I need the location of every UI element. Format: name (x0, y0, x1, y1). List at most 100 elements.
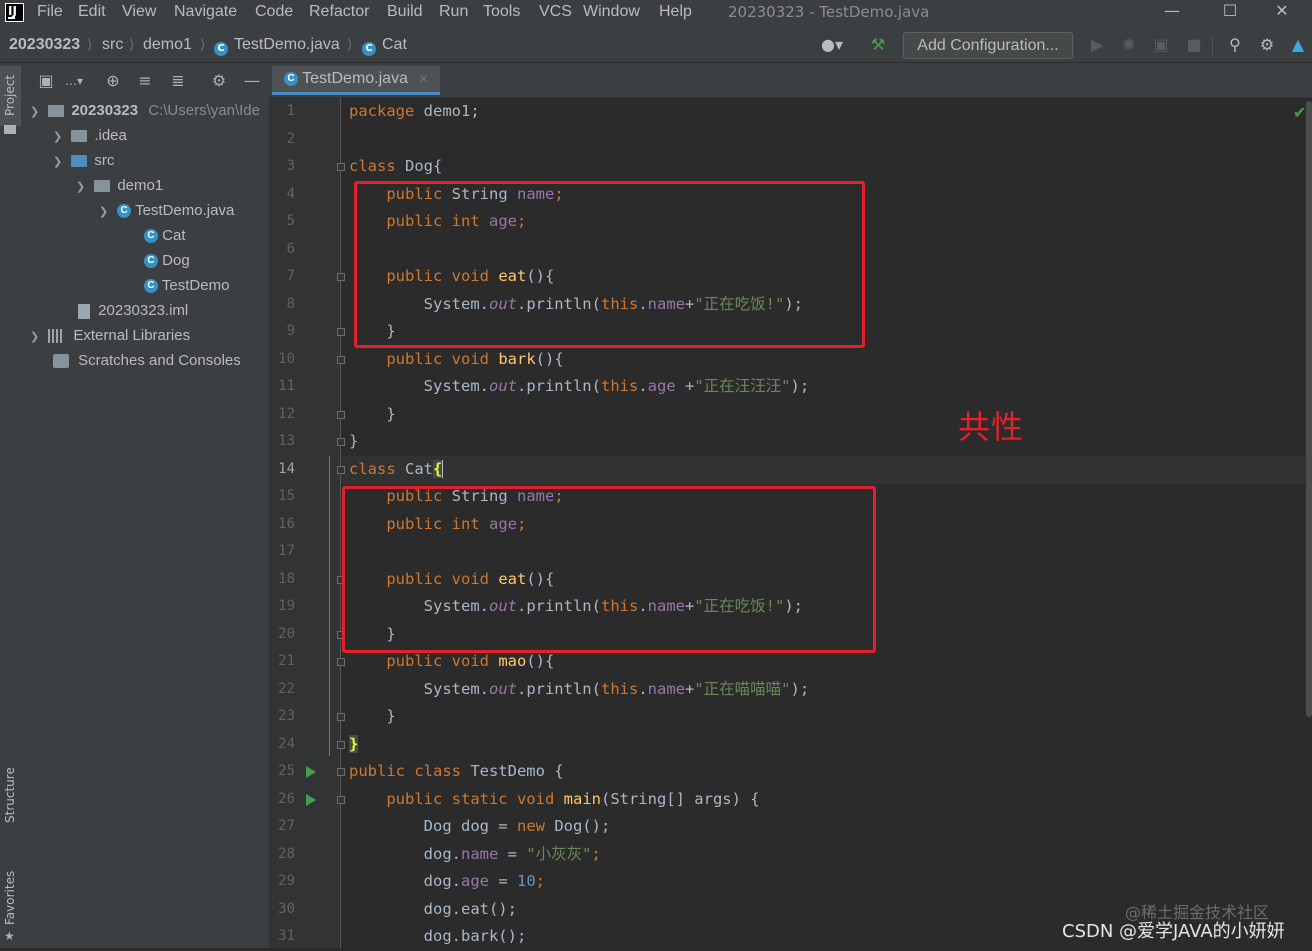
add-configuration-button[interactable]: Add Configuration... (903, 32, 1073, 59)
user-icon[interactable]: ●▾ (815, 35, 849, 55)
menu-code[interactable]: Code (255, 2, 293, 24)
menu-build[interactable]: Build (387, 2, 423, 24)
code-line-13[interactable]: } (349, 428, 358, 456)
fold-marker-icon[interactable] (337, 713, 345, 721)
tree-item-scratches[interactable]: Scratches and Consoles (53, 348, 241, 373)
chevron-down-icon: ❯ (76, 181, 86, 193)
expand-all-icon[interactable]: ≡ (135, 71, 155, 91)
code-line-28[interactable]: dog.name = "小灰灰"; (349, 841, 601, 869)
project-tool-label[interactable]: Project (3, 75, 17, 116)
code-line-25[interactable]: public class TestDemo { (349, 758, 564, 786)
code-line-30[interactable]: dog.eat(); (349, 896, 517, 924)
code-line-27[interactable]: Dog dog = new Dog(); (349, 813, 611, 841)
project-view-icon[interactable]: ▣ (36, 71, 56, 91)
breadcrumb-class[interactable]: Cat (382, 34, 407, 56)
fold-marker-icon[interactable] (337, 741, 345, 749)
editor-scrollbar[interactable] (1306, 101, 1312, 717)
tab-label: TestDemo.java (302, 70, 408, 87)
scratches-icon (53, 354, 69, 369)
chevron-right-icon: ❯ (53, 131, 63, 143)
tree-item-root[interactable]: ❯ 20230323 C:\Users\yan\Ide (30, 98, 260, 123)
run-main-icon[interactable] (306, 794, 316, 806)
breadcrumb-file[interactable]: TestDemo.java (234, 34, 340, 56)
build-hammer-icon[interactable]: ⚒ (868, 35, 888, 55)
tab-close-icon[interactable]: ✕ (418, 72, 428, 86)
menu-run[interactable]: Run (439, 2, 468, 24)
menu-tools[interactable]: Tools (483, 2, 520, 24)
fold-marker-icon[interactable] (337, 328, 345, 336)
fold-marker-icon[interactable] (337, 466, 345, 474)
code-line-24[interactable]: } (349, 731, 359, 759)
close-icon[interactable]: ✕ (1252, 0, 1312, 24)
code-line-10[interactable]: public void bark(){ (349, 346, 563, 374)
collapse-all-icon[interactable]: ≣ (168, 71, 188, 91)
code-line-3[interactable]: class Dog{ (349, 153, 442, 181)
line-number: 7 (286, 268, 295, 284)
tree-item-testdemo-java[interactable]: ❯ C TestDemo.java (99, 198, 234, 223)
menu-edit[interactable]: Edit (78, 2, 106, 24)
debug-icon[interactable]: ✺ (1119, 35, 1139, 55)
class-file-icon: C (214, 39, 228, 57)
code-line-31[interactable]: dog.bark(); (349, 923, 527, 951)
tree-item-testdemo[interactable]: C TestDemo (144, 273, 229, 298)
fold-marker-icon[interactable] (337, 768, 345, 776)
menu-navigate[interactable]: Navigate (174, 2, 237, 24)
line-number: 5 (286, 213, 295, 229)
menu-help[interactable]: Help (659, 2, 692, 24)
fold-marker-icon[interactable] (337, 411, 345, 419)
line-number: 21 (278, 653, 295, 669)
structure-tool-label[interactable]: Structure (3, 767, 17, 823)
run-class-icon[interactable] (306, 766, 316, 778)
code-line-1[interactable]: package demo1; (349, 98, 480, 126)
fold-marker-icon[interactable] (337, 163, 345, 171)
fold-marker-icon[interactable] (337, 796, 345, 804)
panel-settings-icon[interactable]: ⚙ (209, 71, 229, 91)
fold-marker-icon[interactable] (337, 273, 345, 281)
menu-view[interactable]: View (122, 2, 156, 24)
maximize-icon[interactable]: ☐ (1200, 0, 1260, 24)
text-caret (442, 460, 444, 478)
minimize-icon[interactable]: — (1142, 0, 1202, 24)
line-number: 25 (278, 763, 295, 779)
menu-window[interactable]: Window (583, 2, 640, 24)
view-dropdown-icon[interactable]: …▾ (59, 71, 89, 91)
menu-file[interactable]: File (37, 2, 63, 24)
line-number: 15 (278, 488, 295, 504)
menu-vcs[interactable]: VCS (539, 2, 572, 24)
line-number: 24 (278, 735, 295, 752)
breadcrumb-separator-icon: ⟩ (87, 37, 93, 53)
tree-label: .idea (94, 127, 127, 144)
breadcrumb-project[interactable]: 20230323 (9, 34, 80, 56)
plugin-icon[interactable]: ▲ (1288, 35, 1308, 55)
tree-item-demo1[interactable]: ❯ demo1 (76, 173, 163, 198)
tab-testdemo-java[interactable]: C TestDemo.java ✕ (272, 66, 440, 95)
settings-gear-icon[interactable]: ⚙ (1257, 35, 1277, 55)
code-line-23[interactable]: } (349, 703, 395, 731)
fold-marker-icon[interactable] (337, 438, 345, 446)
code-line-26[interactable]: public static void main(String[] args) { (349, 786, 759, 814)
locate-icon[interactable]: ⊕ (103, 71, 123, 91)
coverage-icon[interactable]: ▣ (1151, 35, 1171, 55)
tree-item-dog[interactable]: C Dog (144, 248, 190, 273)
code-line-29[interactable]: dog.age = 10; (349, 868, 545, 896)
tree-item-src[interactable]: ❯ src (53, 148, 114, 173)
run-icon[interactable]: ▶ (1087, 35, 1107, 55)
favorites-tool-label[interactable]: Favorites (3, 871, 17, 925)
code-line-12[interactable]: } (349, 401, 395, 429)
stop-icon[interactable]: ■ (1184, 35, 1204, 55)
fold-marker-icon[interactable] (337, 658, 345, 666)
code-line-22[interactable]: System.out.println(this.name+"正在喵喵喵"); (349, 676, 810, 704)
search-icon[interactable]: ⚲ (1225, 35, 1245, 55)
tree-item-cat[interactable]: C Cat (144, 223, 186, 248)
code-line-14[interactable]: class Cat{ (349, 456, 444, 484)
breadcrumb-src[interactable]: src (102, 34, 123, 56)
line-number: 28 (278, 845, 295, 862)
tree-item-idea[interactable]: ❯ .idea (53, 123, 127, 148)
code-line-11[interactable]: System.out.println(this.age +"正在汪汪汪"); (349, 373, 810, 401)
menu-refactor[interactable]: Refactor (309, 2, 369, 24)
tree-item-external-libraries[interactable]: ❯ External Libraries (30, 323, 190, 348)
tree-item-iml[interactable]: 20230323.iml (78, 298, 188, 323)
hide-panel-icon[interactable]: — (242, 71, 262, 91)
fold-marker-icon[interactable] (337, 356, 345, 364)
breadcrumb-demo1[interactable]: demo1 (143, 34, 192, 56)
